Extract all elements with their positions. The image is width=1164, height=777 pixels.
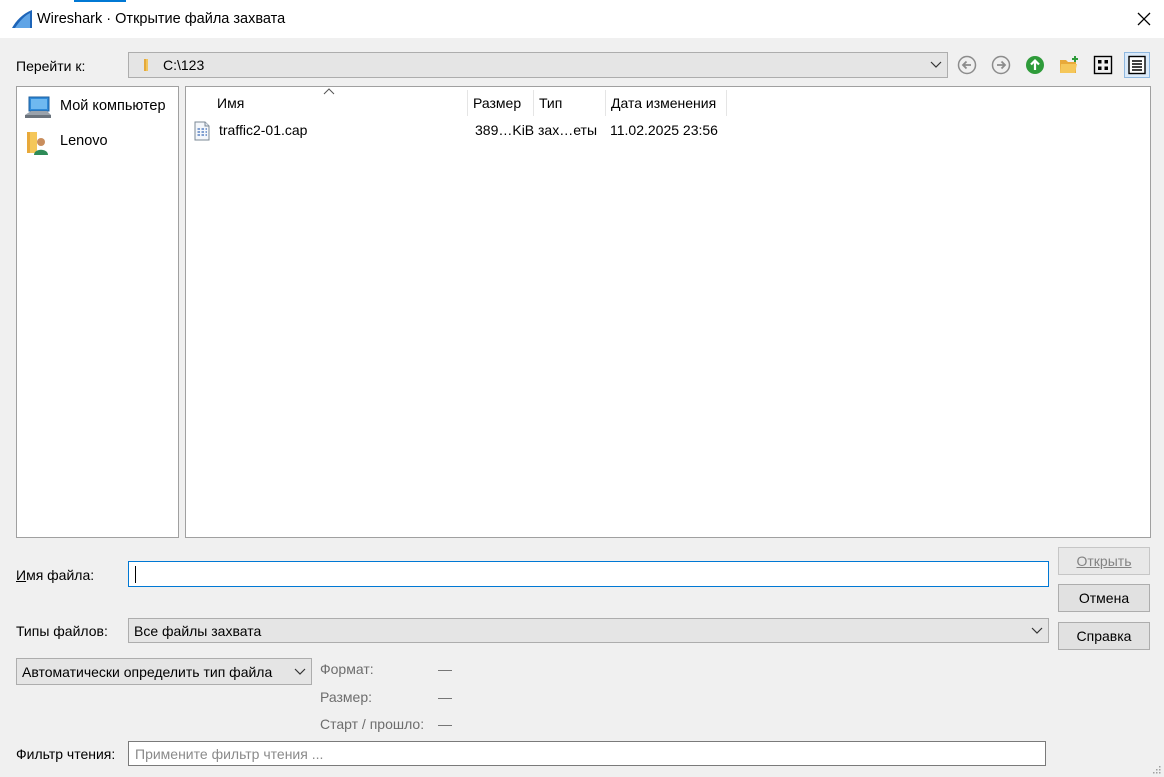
- computer-icon: [25, 96, 51, 118]
- filename-input[interactable]: [128, 561, 1049, 587]
- window-title: Wireshark · Открытие файла захвата: [37, 11, 286, 27]
- forward-icon: [991, 55, 1011, 75]
- size-label: Размер:: [320, 689, 373, 705]
- filetypes-combo[interactable]: Все файлы захвата: [128, 618, 1049, 643]
- help-button[interactable]: Справка: [1058, 622, 1150, 650]
- file-modified: 11.02.2025 23:56: [610, 122, 718, 138]
- detail-view-button[interactable]: [1124, 52, 1150, 78]
- file-list: Имя Размер Тип Дата изменения traffic2-0…: [185, 86, 1151, 538]
- column-divider[interactable]: [726, 90, 727, 116]
- help-button-label: Справка: [1076, 628, 1132, 644]
- new-folder-button[interactable]: [1056, 52, 1082, 78]
- filetypes-label: Типы файлов:: [16, 623, 108, 639]
- cancel-button[interactable]: Отмена: [1058, 584, 1150, 612]
- start-label: Старт / прошло:: [320, 716, 425, 732]
- forward-button[interactable]: [988, 52, 1014, 78]
- text-caret: [135, 565, 136, 583]
- title-accent: [74, 0, 126, 2]
- list-view-button[interactable]: [1090, 52, 1116, 78]
- folder-icon: [144, 59, 148, 71]
- chevron-down-icon: [930, 61, 942, 68]
- sidebar-item-label: Lenovo: [60, 133, 108, 149]
- file-row[interactable]: traffic2-01.cap 389…KiB зах…еты 11.02.20…: [187, 118, 787, 142]
- chevron-down-icon: [1031, 627, 1043, 634]
- file-type: зах…еты: [538, 122, 598, 138]
- sidebar-item-computer[interactable]: Мой компьютер: [17, 91, 178, 121]
- format-value: —: [438, 661, 452, 677]
- back-icon: [957, 55, 977, 75]
- path-text: C:\123: [163, 57, 205, 73]
- column-header-type[interactable]: Тип: [539, 88, 562, 118]
- title-bar: Wireshark · Открытие файла захвата: [0, 0, 1164, 38]
- format-detect-combo[interactable]: Автоматически определить тип файла: [16, 658, 312, 685]
- goto-label: Перейти к:: [16, 58, 86, 74]
- start-value: —: [438, 716, 452, 732]
- open-button[interactable]: Открыть: [1058, 547, 1150, 575]
- detail-view-icon: [1128, 55, 1146, 75]
- new-folder-icon: [1060, 56, 1078, 73]
- wireshark-fin-icon: [12, 10, 32, 28]
- open-button-label: Открыть: [1076, 553, 1132, 569]
- sidebar-item-lenovo[interactable]: Lenovo: [17, 126, 178, 156]
- size-value: —: [438, 689, 452, 705]
- column-header-size[interactable]: Размер: [473, 88, 521, 118]
- path-combo[interactable]: C:\123: [128, 52, 948, 78]
- filename-label: Имя файла:: [16, 567, 95, 583]
- resize-grip-icon[interactable]: [1151, 764, 1161, 774]
- chevron-down-icon: [294, 668, 306, 675]
- filename-label-rest: мя файла:: [26, 567, 95, 583]
- parent-folder-button[interactable]: [1022, 52, 1048, 78]
- format-detect-value: Автоматически определить тип файла: [22, 663, 273, 680]
- format-label: Формат:: [320, 661, 374, 677]
- close-icon: [1137, 12, 1151, 26]
- column-divider[interactable]: [533, 90, 534, 116]
- parent-folder-icon: [1026, 56, 1044, 74]
- list-view-icon: [1093, 55, 1113, 75]
- read-filter-label: Фильтр чтения:: [16, 746, 116, 762]
- close-button[interactable]: [1124, 0, 1164, 38]
- places-sidebar: Мой компьютер Lenovo: [16, 86, 179, 538]
- sidebar-item-label: Мой компьютер: [60, 98, 166, 114]
- column-header-name[interactable]: Имя: [217, 88, 244, 118]
- column-divider[interactable]: [467, 90, 468, 116]
- filetypes-value: Все файлы захвата: [134, 622, 262, 639]
- cancel-button-label: Отмена: [1078, 590, 1130, 606]
- column-divider[interactable]: [605, 90, 606, 116]
- capture-file-icon: [194, 121, 210, 141]
- user-folder-icon: [27, 132, 48, 155]
- sort-ascending-icon: [323, 88, 335, 95]
- back-button[interactable]: [954, 52, 980, 78]
- file-name: traffic2-01.cap: [219, 122, 308, 138]
- file-size: 389…KiB: [475, 122, 535, 138]
- column-header-modified[interactable]: Дата изменения: [611, 88, 716, 118]
- read-filter-input[interactable]: [128, 741, 1046, 766]
